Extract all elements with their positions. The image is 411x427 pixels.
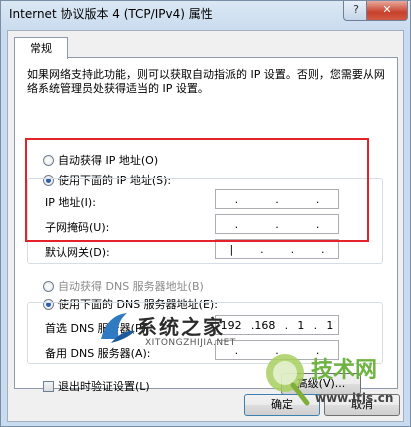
text-cursor: |	[229, 242, 234, 256]
ip-dot: .	[260, 242, 264, 256]
validate-on-exit-label: 退出时验证设置(L)	[58, 380, 150, 393]
window-title: Internet 协议版本 4 (TCP/IPv4) 属性	[9, 7, 213, 21]
logo-icon	[266, 354, 310, 406]
watermark-title: 系统之家	[137, 315, 225, 339]
auto-dns-radio[interactable]: 自动获得 DNS 服务器地址(B)	[43, 278, 204, 294]
ip-dot: .	[313, 318, 318, 332]
default-gateway-label: 默认网关(D):	[45, 246, 110, 259]
dialog-window: Internet 协议版本 4 (TCP/IPv4) 属性 ? ✕ 常规 如果网…	[0, 0, 411, 427]
watermark-url: www.itjs.cn	[315, 391, 394, 405]
itjs-watermark: 技术网 www.itjs.cn	[263, 349, 409, 425]
default-gateway-field[interactable]: | . . .	[215, 239, 339, 259]
ip-dot: .	[290, 242, 295, 256]
radio-icon	[43, 280, 54, 292]
title-bar[interactable]: Internet 协议版本 4 (TCP/IPv4) 属性 ? ✕	[1, 1, 410, 27]
close-button[interactable]: ✕	[366, 1, 408, 21]
validate-on-exit-checkbox[interactable]: 退出时验证设置(L)	[43, 378, 150, 394]
description-text: 如果网络支持此功能，则可以获取自动指派的 IP 设置。否则，您需要从网络系统管理…	[27, 68, 385, 95]
red-highlight-frame	[25, 138, 369, 242]
auto-dns-label: 自动获得 DNS 服务器地址(B)	[58, 280, 204, 293]
logo-icon	[101, 313, 135, 343]
ip-octet: 1	[326, 318, 334, 332]
tab-general[interactable]: 常规	[14, 37, 68, 59]
checkbox-icon	[43, 380, 54, 392]
watermark-title: 技术网	[311, 358, 378, 383]
ip-dot: .	[321, 242, 325, 256]
ip-octet: 1	[297, 318, 305, 332]
xitongzhijia-watermark: 系统之家 XITONGZHIJIA.NET	[97, 309, 287, 353]
watermark-url: XITONGZHIJIA.NET	[145, 338, 236, 348]
